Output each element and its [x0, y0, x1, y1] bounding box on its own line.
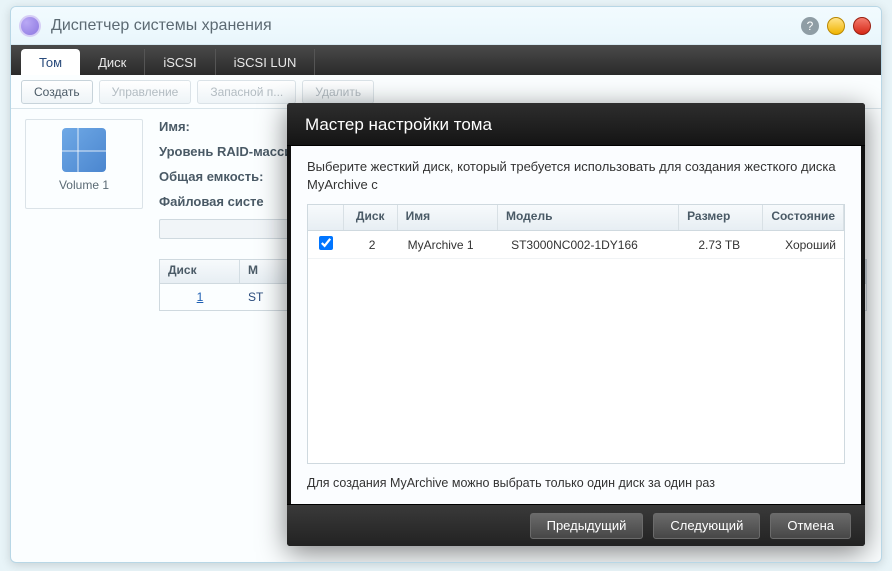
tab-iscsi[interactable]: iSCSI	[145, 49, 215, 75]
modal-title: Мастер настройки тома	[287, 103, 865, 146]
modal-body: Выберите жесткий диск, который требуется…	[291, 146, 861, 504]
main-tabs: Том Диск iSCSI iSCSI LUN	[11, 45, 881, 75]
create-button[interactable]: Создать	[21, 80, 93, 104]
modal-instruction: Выберите жесткий диск, который требуется…	[307, 158, 845, 194]
modal-footer: Предыдущий Следующий Отмена	[287, 504, 865, 546]
titlebar-controls: ?	[801, 17, 871, 35]
help-icon[interactable]: ?	[801, 17, 819, 35]
delete-button: Удалить	[302, 80, 374, 104]
modal-note: Для создания MyArchive можно выбрать тол…	[307, 464, 845, 496]
bg-col-disk: Диск	[160, 260, 240, 283]
bg-disk-link[interactable]: 1	[197, 290, 204, 304]
minimize-button[interactable]	[827, 17, 845, 35]
window-title: Диспетчер системы хранения	[51, 17, 801, 35]
volume-label: Volume 1	[30, 178, 138, 192]
disk-row-checkbox[interactable]	[319, 236, 333, 250]
disk-row[interactable]: 2 MyArchive 1 ST3000NC002-1DY166 2.73 TB…	[308, 231, 844, 259]
col-size: Размер	[679, 205, 763, 230]
titlebar[interactable]: Диспетчер системы хранения ?	[11, 7, 881, 45]
storage-manager-window: Диспетчер системы хранения ? Том Диск iS…	[10, 6, 882, 563]
spare-button: Запасной п...	[197, 80, 296, 104]
tab-iscsi-lun[interactable]: iSCSI LUN	[216, 49, 316, 75]
volume-icon	[62, 128, 106, 172]
disk-row-size: 2.73 TB	[690, 234, 777, 256]
prev-button[interactable]: Предыдущий	[530, 513, 644, 539]
disk-row-state: Хороший	[777, 234, 844, 256]
disk-row-num: 2	[344, 234, 399, 256]
next-button[interactable]: Следующий	[653, 513, 760, 539]
disk-row-model: ST3000NC002-1DY166	[503, 234, 690, 256]
manage-button: Управление	[99, 80, 192, 104]
volume-wizard-modal: Мастер настройки тома Выберите жесткий д…	[287, 103, 865, 546]
app-icon	[19, 15, 41, 37]
col-state: Состояние	[763, 205, 844, 230]
col-name: Имя	[398, 205, 498, 230]
tab-volume[interactable]: Том	[21, 49, 80, 75]
close-button[interactable]	[853, 17, 871, 35]
disk-row-name: MyArchive 1	[400, 234, 504, 256]
col-check	[308, 205, 344, 230]
cancel-button[interactable]: Отмена	[770, 513, 851, 539]
tab-disk[interactable]: Диск	[80, 49, 145, 75]
volume-side-panel[interactable]: Volume 1	[25, 119, 143, 209]
col-model: Модель	[498, 205, 679, 230]
col-disk: Диск	[344, 205, 398, 230]
disk-select-table: Диск Имя Модель Размер Состояние 2 MyArc…	[307, 204, 845, 464]
